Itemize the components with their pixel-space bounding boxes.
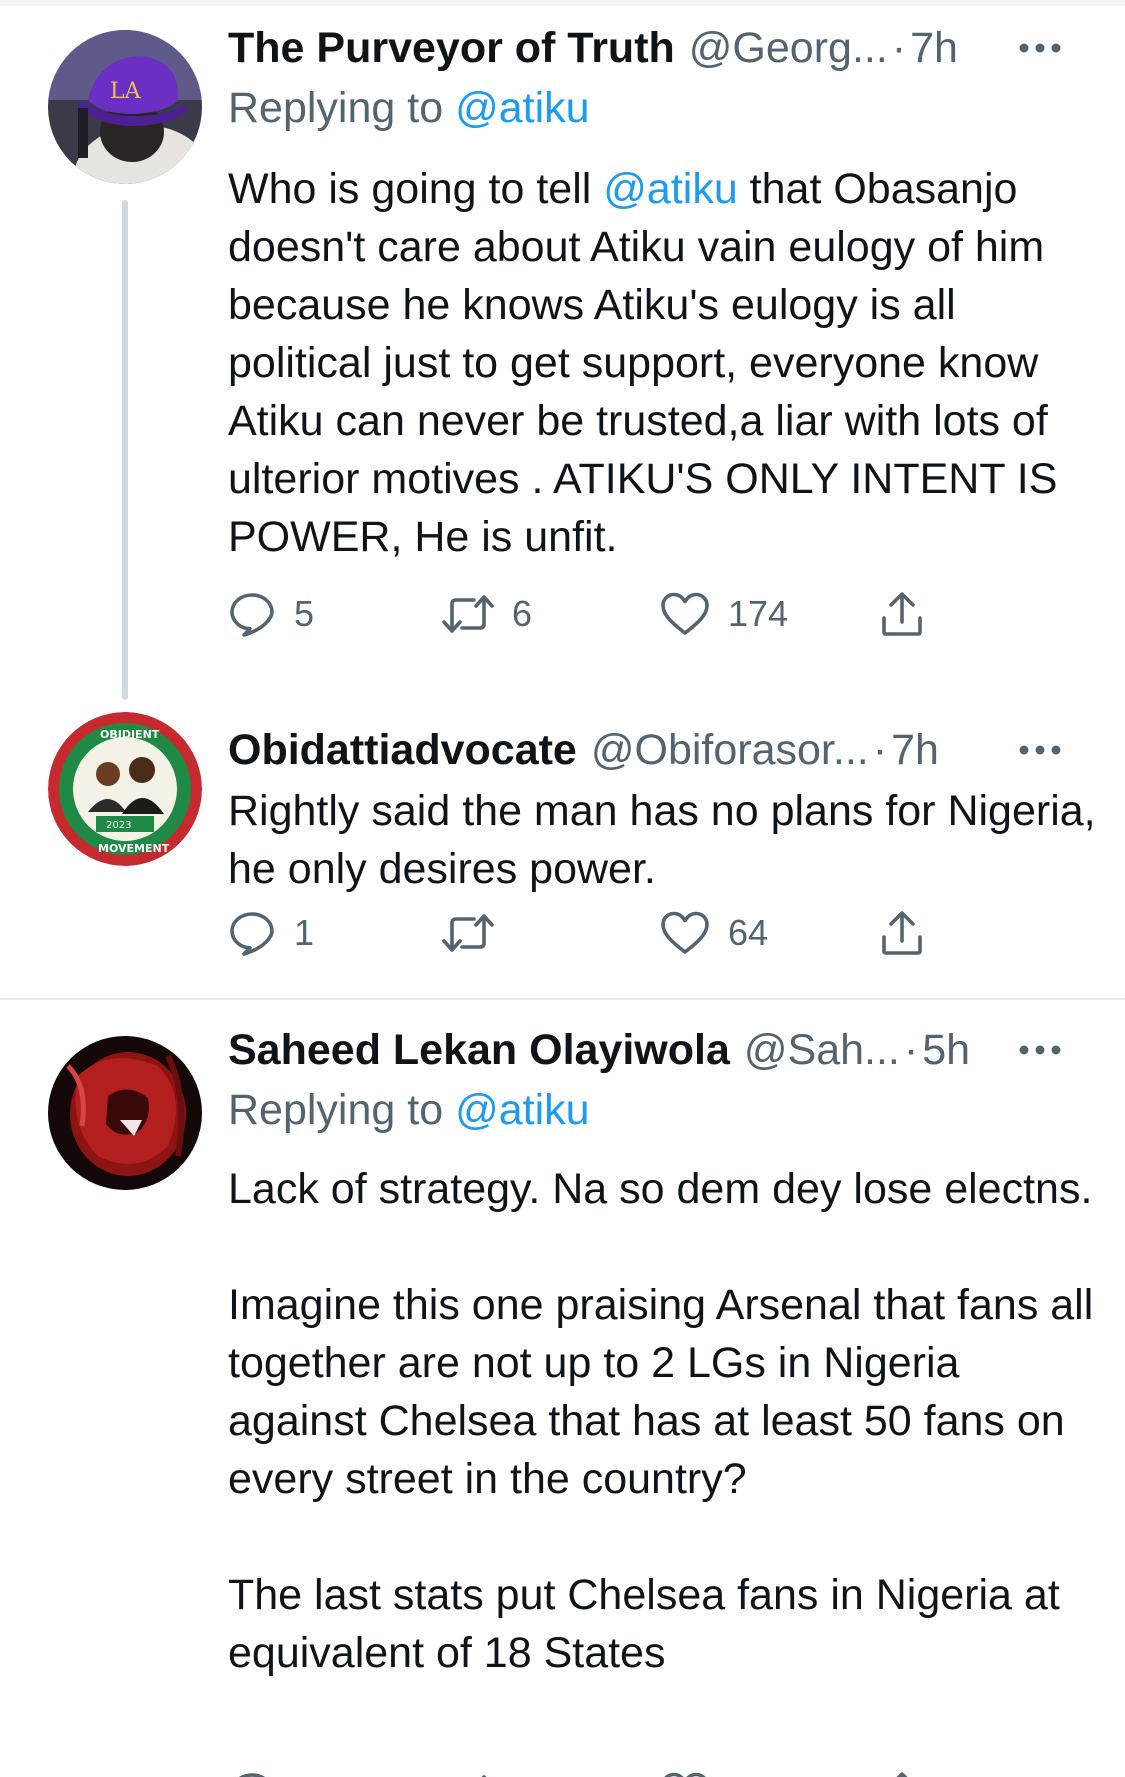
tweet-text-rest: that Obasanjo doesn't care about Atiku v…	[228, 165, 1070, 561]
replying-to-mention[interactable]: @atiku	[455, 84, 589, 132]
share-button[interactable]	[880, 905, 924, 961]
retweet-count: 6	[512, 593, 533, 634]
retweet-button[interactable]	[442, 1766, 494, 1777]
retweet-button[interactable]	[442, 905, 494, 961]
more-options-button[interactable]	[1015, 722, 1065, 778]
tweet-3[interactable]: Saheed Lekan Olayiwola @Sah... · 5h Repl…	[0, 1000, 1125, 1777]
reply-count: 5	[294, 593, 315, 634]
timestamp[interactable]: 7h	[891, 722, 939, 778]
tweet-text: Rightly said the man has no plans for Ni…	[228, 782, 1098, 898]
separator-dot: ·	[872, 726, 888, 774]
avatar-obidatti-image: 2023 OBIDIENT MOVEMENT	[48, 712, 202, 866]
svg-text:LA: LA	[110, 79, 142, 104]
tweet-text: Who is going to tell @atiku that Obasanj…	[228, 160, 1098, 566]
avatar-saheed[interactable]	[48, 1036, 202, 1190]
tweet-paragraph-1: Lack of strategy. Na so dem dey lose ele…	[228, 1165, 1093, 1213]
tweet-header: The Purveyor of Truth @Georg... · 7h	[228, 20, 1065, 76]
separator-dot: ·	[891, 24, 907, 72]
user-handle[interactable]: @Sah...	[744, 1022, 900, 1078]
heart-icon	[661, 592, 709, 635]
speech-bubble-icon	[238, 1773, 266, 1777]
more-options-button[interactable]	[1015, 20, 1065, 76]
like-button[interactable]: 64	[660, 905, 768, 961]
timestamp[interactable]: 5h	[922, 1022, 970, 1078]
reply-count: 1	[294, 912, 315, 953]
action-bar: 1 64	[228, 905, 948, 961]
svg-text:OBIDIENT: OBIDIENT	[100, 728, 160, 741]
speech-bubble-icon	[230, 593, 274, 637]
heart-icon	[661, 911, 709, 954]
tweet-paragraph-3: The last stats put Chelsea fans in Niger…	[228, 1571, 1072, 1677]
replying-to: Replying to @atiku	[228, 1082, 590, 1138]
display-name[interactable]: Saheed Lekan Olayiwola	[228, 1022, 730, 1078]
replying-to: Replying to @atiku	[228, 80, 590, 136]
retweet-arrows-icon	[442, 914, 494, 952]
separator-dot: ·	[903, 1026, 919, 1074]
three-dots-icon	[1019, 1045, 1061, 1055]
tweet-paragraph-2: Imagine this one praising Arsenal that f…	[228, 1281, 1106, 1503]
avatar-purveyor[interactable]: LA	[48, 30, 202, 184]
action-bar: 5 6 174	[228, 586, 948, 642]
tweet-header: Obidattiadvocate @Obiforasor... · 7h	[228, 722, 1065, 778]
svg-text:MOVEMENT: MOVEMENT	[98, 842, 170, 855]
avatar-obidatti[interactable]: 2023 OBIDIENT MOVEMENT	[48, 712, 202, 866]
like-button[interactable]	[660, 1766, 710, 1777]
share-button[interactable]	[880, 1766, 924, 1777]
retweet-arrows-icon	[481, 1775, 487, 1777]
replying-to-label: Replying to	[228, 84, 444, 132]
more-options-button[interactable]	[1015, 1022, 1065, 1078]
replying-to-label: Replying to	[228, 1086, 444, 1134]
like-count: 174	[728, 593, 789, 634]
share-upload-icon	[882, 911, 922, 955]
reply-button[interactable]	[228, 1766, 276, 1777]
display-name[interactable]: Obidattiadvocate	[228, 722, 577, 778]
display-name[interactable]: The Purveyor of Truth	[228, 20, 675, 76]
retweet-arrows-icon	[442, 595, 494, 633]
svg-text:2023: 2023	[106, 820, 131, 831]
tweet-feed: LA The Purveyor of Truth @Georg... · 7h …	[0, 0, 1125, 1777]
tweet-2[interactable]: 2023 OBIDIENT MOVEMENT Obidattiadvocate …	[0, 700, 1125, 1000]
like-count: 64	[728, 912, 769, 953]
tweet-text-content: Rightly said the man has no plans for Ni…	[228, 787, 1108, 893]
reply-button[interactable]: 1	[228, 905, 314, 961]
action-bar	[228, 1766, 948, 1777]
user-handle[interactable]: @Obiforasor...	[591, 722, 869, 778]
retweet-button[interactable]: 6	[442, 586, 532, 642]
tweet-text: Lack of strategy. Na so dem dey lose ele…	[228, 1160, 1098, 1682]
heart-icon	[664, 1772, 706, 1777]
like-button[interactable]: 174	[660, 586, 788, 642]
tweet-header: Saheed Lekan Olayiwola @Sah... · 5h	[228, 1022, 1065, 1078]
share-button[interactable]	[880, 586, 924, 642]
timestamp[interactable]: 7h	[910, 20, 958, 76]
share-upload-icon	[896, 1772, 908, 1777]
share-upload-icon	[882, 592, 922, 636]
inline-mention[interactable]: @atiku	[603, 165, 737, 213]
avatar-purveyor-image: LA	[48, 30, 202, 184]
speech-bubble-icon	[230, 912, 274, 956]
tweet-1[interactable]: LA The Purveyor of Truth @Georg... · 7h …	[0, 0, 1125, 700]
user-handle[interactable]: @Georg...	[689, 20, 888, 76]
three-dots-icon	[1019, 43, 1061, 53]
reply-button[interactable]: 5	[228, 586, 314, 642]
avatar-saheed-image	[48, 1036, 202, 1190]
tweet-text-start: Who is going to tell	[228, 165, 604, 213]
thread-connector-line	[122, 200, 128, 700]
replying-to-mention[interactable]: @atiku	[455, 1086, 589, 1134]
three-dots-icon	[1019, 745, 1061, 755]
